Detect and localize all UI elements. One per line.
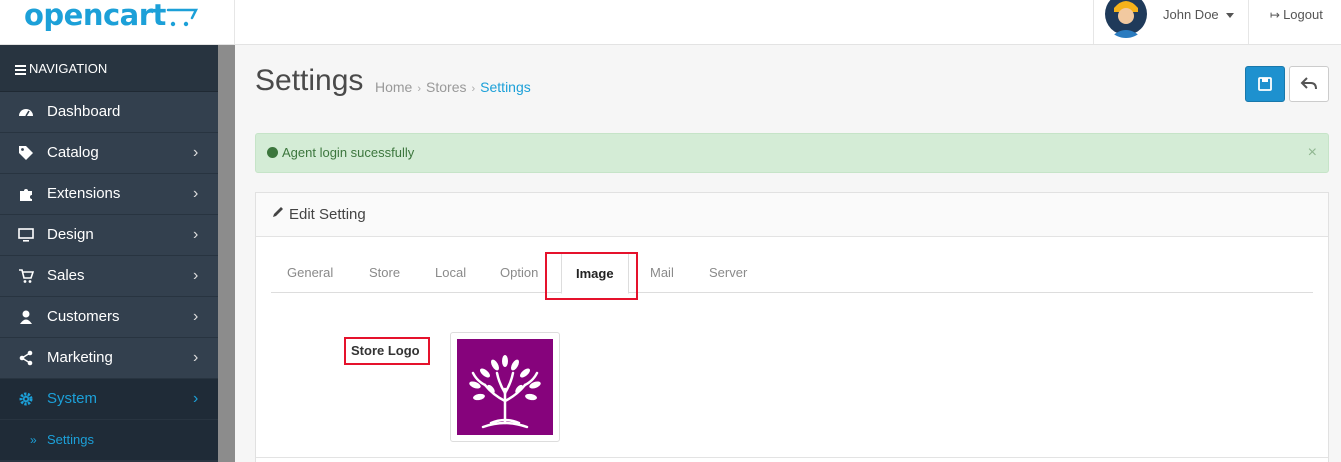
- chevron-right-icon: ›: [193, 185, 199, 202]
- breadcrumb-home[interactable]: Home: [375, 79, 412, 95]
- gear-icon: [19, 392, 33, 406]
- share-icon: [19, 350, 33, 366]
- breadcrumb: Home › Stores › Settings: [375, 79, 531, 95]
- check-circle-icon: [267, 147, 278, 159]
- avatar: [1104, 0, 1148, 38]
- tree-logo-icon: [469, 355, 541, 429]
- sidebar-item-label: System: [47, 390, 98, 407]
- save-icon: [1258, 77, 1272, 91]
- sidebar-item-extensions[interactable]: Extensions ›: [0, 174, 218, 215]
- tab-general[interactable]: General: [287, 253, 333, 293]
- chevron-right-icon: ›: [193, 226, 199, 243]
- sidebar-item-customers[interactable]: Customers ›: [0, 297, 218, 338]
- top-header: opencart John Doe ↦ Logout: [0, 0, 1341, 45]
- breadcrumb-settings[interactable]: Settings: [480, 79, 531, 95]
- chevron-right-icon: ›: [193, 390, 199, 407]
- store-logo-thumbnail[interactable]: [450, 332, 560, 442]
- breadcrumb-separator: ›: [471, 83, 476, 95]
- user-menu[interactable]: John Doe: [1093, 0, 1249, 44]
- sidebar-item-marketing[interactable]: Marketing ›: [0, 338, 218, 379]
- panel-heading: Edit Setting: [256, 193, 1328, 237]
- user-name: John Doe: [1163, 7, 1219, 22]
- success-alert: Agent login sucessfully ×: [255, 133, 1329, 173]
- sidebar-item-label: Marketing: [47, 349, 113, 366]
- sidebar-item-catalog[interactable]: Catalog ›: [0, 133, 218, 174]
- sidebar-item-system[interactable]: System ›: [0, 379, 218, 420]
- chevron-right-icon: ›: [193, 267, 199, 284]
- chevron-right-icon: ›: [193, 308, 199, 325]
- back-button[interactable]: [1289, 66, 1329, 102]
- sign-out-icon: ↦: [1270, 8, 1281, 22]
- double-chevron-right-icon: »: [30, 433, 37, 447]
- sidebar-item-sales[interactable]: Sales ›: [0, 256, 218, 297]
- navigation-heading: NAVIGATION: [0, 45, 218, 92]
- sidebar: NAVIGATION Dashboard Catalog › Extension…: [0, 45, 218, 462]
- reply-icon: [1300, 77, 1317, 90]
- sidebar-item-label: Sales: [47, 267, 85, 284]
- bars-icon: [15, 63, 26, 77]
- logo[interactable]: opencart: [0, 0, 235, 44]
- alert-message: Agent login sucessfully: [282, 145, 415, 160]
- tab-local[interactable]: Local: [435, 253, 466, 293]
- logout-link[interactable]: ↦ Logout: [1270, 7, 1323, 22]
- sidebar-scrollbar[interactable]: [218, 45, 235, 462]
- sidebar-item-label: Design: [47, 226, 94, 243]
- puzzle-icon: [20, 189, 32, 201]
- tab-server[interactable]: Server: [709, 253, 747, 293]
- tags-icon: [19, 146, 33, 160]
- edit-setting-panel: Edit Setting General Store Local Option …: [255, 192, 1329, 462]
- chevron-right-icon: ›: [193, 349, 199, 366]
- sidebar-item-dashboard[interactable]: Dashboard: [0, 92, 218, 133]
- highlight-box-label: [344, 337, 430, 365]
- sidebar-item-label: Dashboard: [47, 103, 121, 120]
- logout-label: Logout: [1283, 7, 1323, 22]
- caret-down-icon: [1226, 13, 1234, 18]
- sidebar-subitem-label: Settings: [47, 432, 94, 447]
- tab-mail[interactable]: Mail: [650, 253, 674, 293]
- monitor-icon: [18, 228, 34, 242]
- logo-text: opencart: [24, 0, 166, 32]
- cart-logo-icon: [166, 8, 199, 27]
- panel-title: Edit Setting: [289, 206, 366, 223]
- page-title: Settings: [255, 64, 364, 97]
- sidebar-item-label: Catalog: [47, 144, 99, 161]
- save-button[interactable]: [1245, 66, 1285, 102]
- dashboard-icon: [19, 109, 33, 117]
- user-icon: [20, 310, 32, 324]
- store-logo-image: [457, 339, 553, 435]
- settings-tabs: General Store Local Option Image Mail Se…: [271, 253, 1313, 294]
- alert-close-button[interactable]: ×: [1308, 134, 1317, 172]
- sidebar-item-label: Extensions: [47, 185, 121, 202]
- cart-icon: [19, 269, 34, 283]
- tab-option[interactable]: Option: [500, 253, 538, 293]
- pencil-icon: [273, 207, 283, 217]
- breadcrumb-separator: ›: [417, 83, 422, 95]
- sidebar-subitem-settings[interactable]: » Settings: [0, 420, 218, 460]
- sidebar-item-design[interactable]: Design ›: [0, 215, 218, 256]
- panel-divider: [256, 457, 1328, 458]
- breadcrumb-stores[interactable]: Stores: [426, 79, 466, 95]
- highlight-box-tab: [545, 252, 638, 300]
- tab-store[interactable]: Store: [369, 253, 400, 293]
- chevron-right-icon: ›: [193, 144, 199, 161]
- sidebar-item-label: Customers: [47, 308, 120, 325]
